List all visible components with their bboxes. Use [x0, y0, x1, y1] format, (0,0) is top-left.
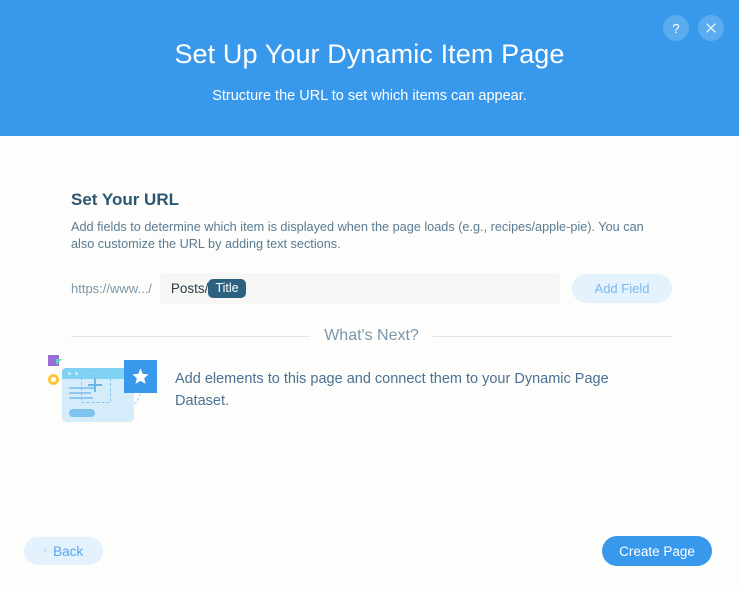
back-button-label: Back	[53, 543, 84, 559]
url-builder-row: https://www.../ Posts/ Title Add Field	[71, 273, 672, 304]
whats-next-description: Add elements to this page and connect th…	[175, 371, 609, 409]
plus-icon-vertical	[94, 378, 96, 392]
close-button[interactable]	[698, 15, 724, 41]
help-icon-button[interactable]: ?	[663, 15, 689, 41]
card-button-shape	[69, 409, 95, 417]
section-title: Set Your URL	[71, 190, 179, 209]
close-icon	[706, 23, 716, 33]
dashed-placeholder-box	[81, 370, 111, 403]
yellow-ring-icon	[48, 374, 59, 385]
divider-line-right	[432, 335, 673, 337]
green-triangle-icon	[56, 359, 62, 365]
url-prefix-label: https://www.../	[71, 281, 152, 296]
section-description: Add fields to determine which item is di…	[71, 220, 644, 251]
divider-line-left	[71, 335, 311, 337]
star-icon	[132, 368, 149, 384]
dialog-title: Set Up Your Dynamic Item Page	[174, 39, 565, 69]
question-mark-icon: ?	[672, 20, 680, 36]
url-static-segment: Posts/	[170, 281, 209, 296]
whats-next-label: What's Next?	[324, 327, 419, 344]
add-field-button[interactable]: Add Field	[572, 274, 672, 303]
create-page-label: Create Page	[619, 543, 695, 559]
back-button[interactable]: ‹ Back	[24, 537, 103, 565]
url-field-chip-title[interactable]: Title	[208, 278, 246, 299]
dialog-subtitle: Structure the URL to set which items can…	[212, 88, 527, 104]
card-dot-two	[75, 372, 78, 375]
header-actions: ?	[663, 15, 724, 41]
chevron-left-icon: ‹	[43, 545, 48, 556]
url-section: Set Your URL Add fields to determine whi…	[71, 190, 671, 253]
dialog-header: ? Set Up Your Dynamic Item Page Structur…	[0, 0, 739, 136]
dynamic-page-elements-illustration	[40, 352, 175, 437]
whats-next-block: Add elements to this page and connect th…	[40, 352, 672, 437]
create-page-button[interactable]: Create Page	[602, 536, 712, 566]
card-dot-one	[68, 372, 71, 375]
whats-next-divider: What's Next?	[71, 327, 673, 345]
url-input[interactable]: Posts/ Title	[159, 273, 560, 304]
star-badge	[124, 360, 157, 393]
